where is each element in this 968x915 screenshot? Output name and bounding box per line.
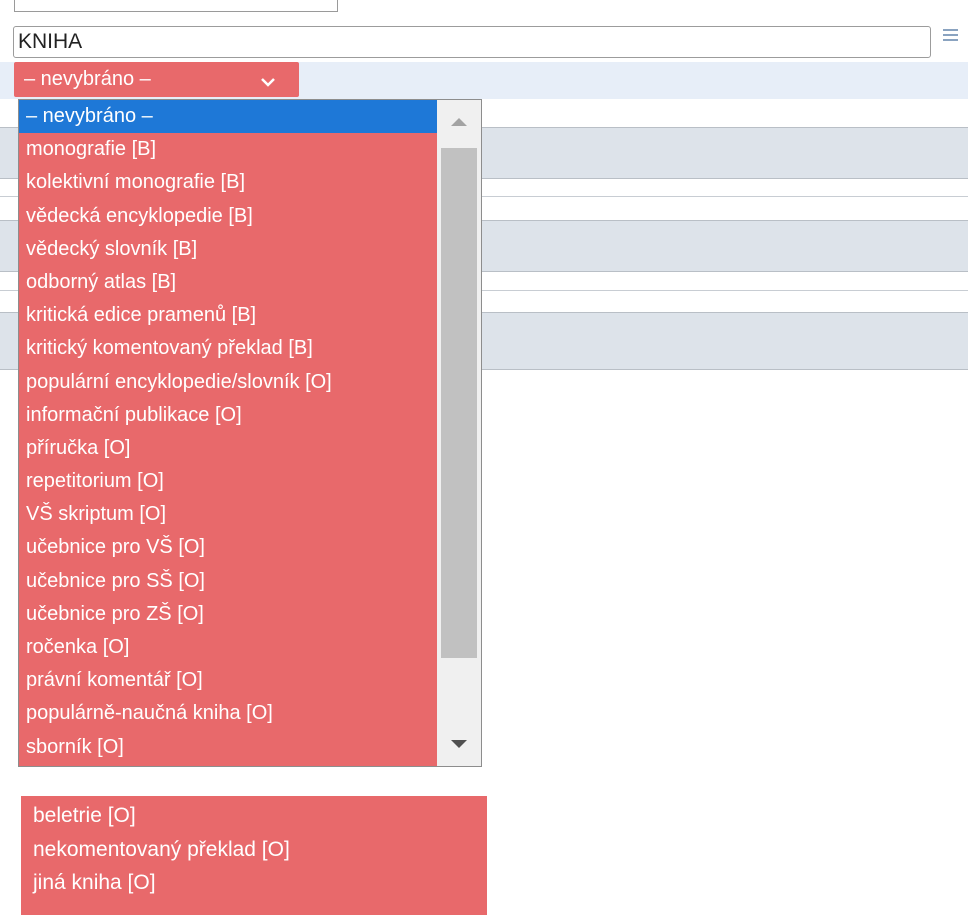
dropdown-option[interactable]: jiná kniha [O] — [21, 866, 487, 900]
dropdown-option[interactable]: VŠ skriptum [O] — [19, 498, 437, 531]
dropdown-options-continued[interactable]: beletrie [O] nekomentovaný překlad [O] jin… — [21, 796, 487, 915]
dropdown-option[interactable]: kolektivní monografie [B] — [19, 166, 437, 199]
dropdown-option-selected[interactable]: – nevybráno – — [19, 100, 437, 134]
dropdown-option[interactable]: monografie [B] — [19, 133, 437, 166]
triangle-up-icon[interactable] — [437, 100, 481, 144]
dropdown-option[interactable]: učebnice pro SŠ [O] — [19, 565, 437, 598]
dropdown-option[interactable]: kritická edice pramenů [B] — [19, 299, 437, 332]
dropdown-option[interactable]: nekomentovaný překlad [O] — [21, 833, 487, 867]
dropdown-option[interactable]: vědecká encyklopedie [B] — [19, 200, 437, 233]
hamburger-icon[interactable] — [940, 25, 962, 47]
type-dropdown-list[interactable]: – nevybráno – monografie [B] kolektivní mo… — [18, 99, 482, 767]
dropdown-scrollbar[interactable] — [437, 100, 481, 766]
select-value: – nevybráno – — [24, 68, 151, 90]
dropdown-option[interactable]: populární encyklopedie/slovník [O] — [19, 366, 437, 399]
dropdown-option[interactable]: populárně-naučná kniha [O] — [19, 697, 437, 730]
upper-field-border — [14, 0, 338, 12]
dropdown-option[interactable]: kritický komentovaný překlad [B] — [19, 332, 437, 365]
dropdown-options: – nevybráno – monografie [B] kolektivní mo… — [19, 100, 437, 764]
screenshot-gap — [0, 767, 968, 793]
chevron-down-icon[interactable] — [259, 68, 277, 103]
dropdown-option[interactable]: odborný atlas [B] — [19, 266, 437, 299]
lower-options: beletrie [O] nekomentovaný překlad [O] jin… — [21, 799, 487, 900]
dropdown-option[interactable]: repetitorium [O] — [19, 465, 437, 498]
scrollbar-thumb[interactable] — [441, 148, 477, 658]
triangle-down-icon[interactable] — [437, 722, 481, 766]
dropdown-option[interactable]: učebnice pro ZŠ [O] — [19, 598, 437, 631]
dropdown-option[interactable]: vědecký slovník [B] — [19, 233, 437, 266]
dropdown-option[interactable]: informační publikace [O] — [19, 399, 437, 432]
type-input[interactable]: KNIHA — [13, 26, 931, 58]
type-select[interactable]: – nevybráno – — [14, 62, 299, 97]
dropdown-option[interactable]: právní komentář [O] — [19, 664, 437, 697]
dropdown-option[interactable]: beletrie [O] — [21, 799, 487, 833]
dropdown-option[interactable]: ročenka [O] — [19, 631, 437, 664]
dropdown-option[interactable]: příručka [O] — [19, 432, 437, 465]
dropdown-option[interactable]: sborník [O] — [19, 731, 437, 764]
dropdown-option[interactable]: učebnice pro VŠ [O] — [19, 531, 437, 564]
